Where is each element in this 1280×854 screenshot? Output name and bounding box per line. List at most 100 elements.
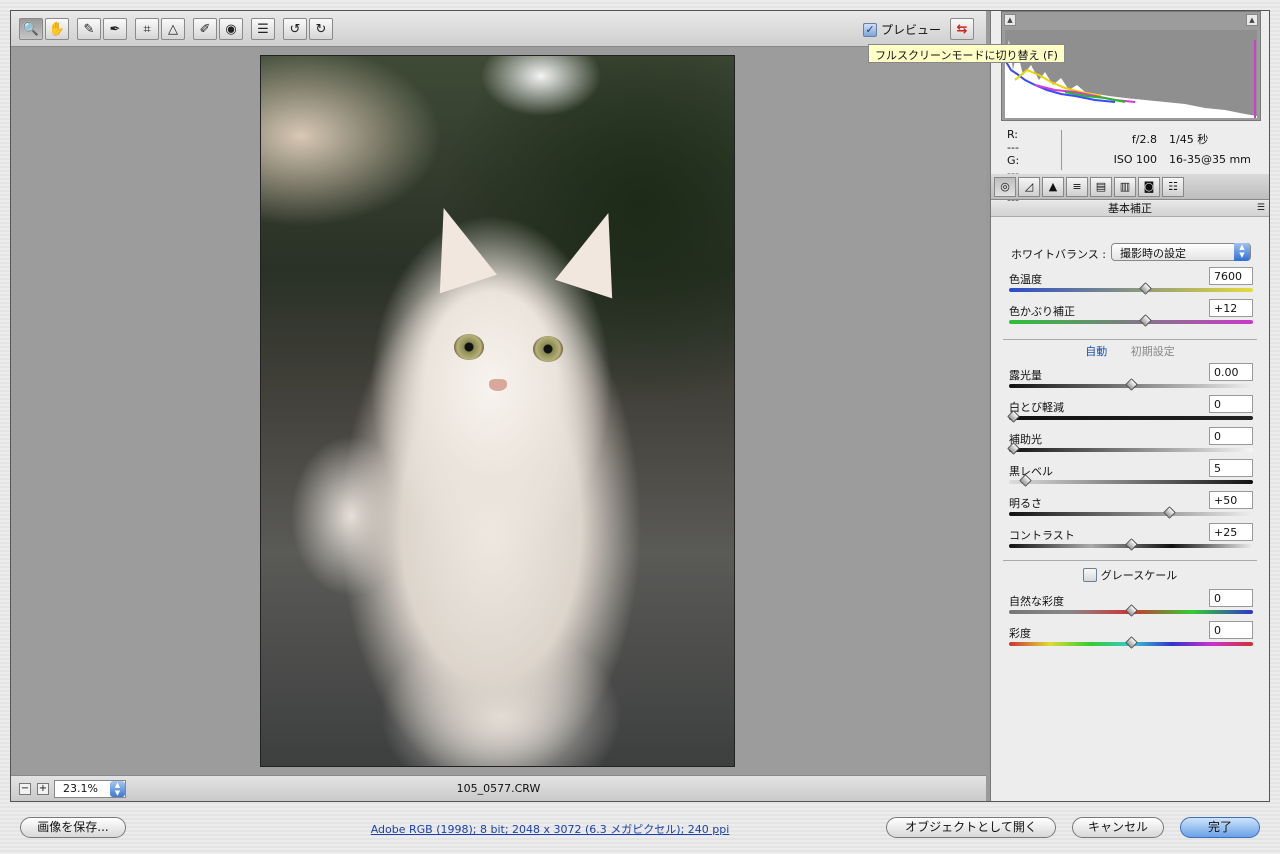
tab-detail-icon[interactable]: ▲	[1042, 177, 1064, 197]
slider-row: コントラスト +25	[1009, 523, 1253, 557]
cat-eye-right	[533, 336, 563, 362]
default-link: 初期設定	[1130, 345, 1175, 358]
slider-label: コントラスト	[1009, 529, 1075, 542]
slider-value-field[interactable]: +25	[1209, 523, 1253, 541]
white-balance-label: ホワイトバランス :	[1011, 248, 1106, 261]
straighten-tool-icon[interactable]: △	[161, 18, 185, 40]
fullscreen-tooltip: フルスクリーンモードに切り替え (F)	[868, 44, 1065, 63]
slider-row: 黒レベル 5	[1009, 459, 1253, 493]
slider-track[interactable]	[1009, 416, 1253, 420]
slider-thumb[interactable]	[1125, 636, 1138, 649]
slider-label: 露光量	[1009, 369, 1042, 382]
tab-split-toning-icon[interactable]: ▤	[1090, 177, 1112, 197]
fullscreen-button[interactable]: ⇆	[950, 18, 974, 40]
shadow-clipping-icon[interactable]: ▲	[1004, 14, 1016, 26]
slider-value-field[interactable]: 0.00	[1209, 363, 1253, 381]
g-label: G:	[1007, 154, 1020, 167]
slider-value-field[interactable]: 0	[1209, 589, 1253, 607]
panel-menu-icon[interactable]: ☰	[1257, 201, 1265, 216]
preview-check-icon[interactable]: ✓	[863, 22, 877, 37]
camera-raw-window: 🔍 ✋ ✎ ✒ ⌗ △ ✐ ◉ ☰ ↺ ↻ ✓ プレビュー ⇆ フルスクリーンモ…	[10, 10, 1270, 802]
tab-basic-icon[interactable]: ◎	[994, 177, 1016, 197]
slider-label: 黒レベル	[1009, 465, 1053, 478]
red-eye-tool-icon[interactable]: ◉	[219, 18, 243, 40]
slider-row: 自然な彩度 0	[1009, 589, 1253, 623]
slider-value-field[interactable]: 0	[1209, 395, 1253, 413]
cancel-button[interactable]: キャンセル	[1072, 817, 1164, 838]
slider-track[interactable]	[1009, 320, 1253, 324]
done-button[interactable]: 完了	[1180, 817, 1260, 838]
spot-removal-tool-icon[interactable]: ✐	[193, 18, 217, 40]
rotate-right-icon[interactable]: ↻	[309, 18, 333, 40]
lens-value: 16-35@35 mm	[1169, 153, 1251, 166]
slider-track[interactable]	[1009, 288, 1253, 292]
slider-label: 明るさ	[1009, 497, 1042, 510]
slider-thumb[interactable]	[1125, 378, 1138, 391]
slider-value-field[interactable]: +50	[1209, 491, 1253, 509]
crop-tool-icon[interactable]: ⌗	[135, 18, 159, 40]
r-value: ---	[1007, 141, 1019, 154]
preview-status-bar: − + 23.1% ▲ ▼ 105_0577.CRW	[11, 775, 986, 801]
slider-row: 色かぶり補正 +12	[1009, 299, 1253, 333]
open-object-button[interactable]: オブジェクトとして開く	[886, 817, 1056, 838]
slider-thumb[interactable]	[1125, 538, 1138, 551]
slider-thumb[interactable]	[1139, 282, 1153, 295]
auto-default-row: 自動 初期設定	[991, 343, 1269, 359]
grayscale-row[interactable]: グレースケール	[991, 567, 1269, 583]
highlight-clipping-icon[interactable]: ▲	[1246, 14, 1258, 26]
slider-row: 彩度 0	[1009, 621, 1253, 655]
slider-track[interactable]	[1009, 480, 1253, 484]
slider-row: 白とび軽減 0	[1007, 395, 1253, 429]
preview-area: 🔍 ✋ ✎ ✒ ⌗ △ ✐ ◉ ☰ ↺ ↻ ✓ プレビュー ⇆ フルスクリーンモ…	[11, 11, 1065, 801]
cat-ear-left	[415, 198, 497, 294]
color-sampler-tool-icon[interactable]: ✒	[103, 18, 127, 40]
slider-row: 露光量 0.00	[1009, 363, 1253, 397]
zoom-tool-icon[interactable]: 🔍	[19, 18, 43, 40]
tab-lens-corrections-icon[interactable]: ▥	[1114, 177, 1136, 197]
preview-checkbox[interactable]: ✓ プレビュー	[863, 21, 941, 38]
slider-value-field[interactable]: 0	[1209, 621, 1253, 639]
panel-tabs: ◎ ◿ ▲ ≡ ▤ ▥ ◙ ☷	[991, 174, 1269, 200]
section-title: 基本補正	[1108, 202, 1152, 215]
slider-row: 補助光 0	[1007, 427, 1253, 461]
cat-ear-right	[555, 203, 637, 299]
info-readout: R: --- G: --- B: --- f/2.81/45 秒 ISO 100…	[1001, 128, 1261, 206]
slider-label: 白とび軽減	[1009, 401, 1064, 414]
slider-row: 明るさ +50	[1009, 491, 1253, 525]
fullscreen-icon: ⇆	[956, 21, 968, 37]
aperture-value: f/2.8	[1131, 133, 1157, 146]
white-balance-select[interactable]: 撮影時の設定 ▲ ▼	[1111, 243, 1251, 261]
hand-tool-icon[interactable]: ✋	[45, 18, 69, 40]
rotate-left-icon[interactable]: ↺	[283, 18, 307, 40]
divider	[1003, 339, 1257, 340]
slider-track[interactable]	[1009, 512, 1253, 516]
cat-nose	[489, 379, 507, 391]
tab-hsl-icon[interactable]: ≡	[1066, 177, 1088, 197]
adjustment-panel: ▲ ▲ R: --- G: --- B: ---	[990, 11, 1269, 801]
histogram: ▲ ▲	[1001, 11, 1261, 121]
slider-track[interactable]	[1009, 448, 1253, 452]
slider-value-field[interactable]: 5	[1209, 459, 1253, 477]
divider	[1003, 560, 1257, 561]
grayscale-checkbox[interactable]	[1082, 568, 1097, 582]
slider-thumb[interactable]	[1162, 506, 1176, 519]
shutter-value: 1/45 秒	[1169, 133, 1209, 146]
image-preview[interactable]	[260, 55, 735, 767]
slider-thumb[interactable]	[1125, 604, 1138, 617]
info-divider	[1061, 130, 1062, 170]
preferences-tool-icon[interactable]: ☰	[251, 18, 275, 40]
slider-value-field[interactable]: +12	[1209, 299, 1253, 317]
auto-link[interactable]: 自動	[1085, 345, 1107, 358]
toolbar: 🔍 ✋ ✎ ✒ ⌗ △ ✐ ◉ ☰ ↺ ↻ ✓ プレビュー ⇆	[11, 11, 986, 47]
slider-label: 色かぶり補正	[1009, 305, 1075, 318]
tab-presets-icon[interactable]: ☷	[1162, 177, 1184, 197]
preview-label: プレビュー	[881, 23, 942, 37]
white-balance-tool-icon[interactable]: ✎	[77, 18, 101, 40]
slider-value-field[interactable]: 7600	[1209, 267, 1253, 285]
section-header: 基本補正 ☰	[991, 201, 1269, 217]
slider-thumb[interactable]	[1139, 314, 1153, 327]
r-label: R:	[1007, 128, 1019, 141]
slider-value-field[interactable]: 0	[1209, 427, 1253, 445]
tab-tone-curve-icon[interactable]: ◿	[1018, 177, 1040, 197]
tab-camera-calibration-icon[interactable]: ◙	[1138, 177, 1160, 197]
